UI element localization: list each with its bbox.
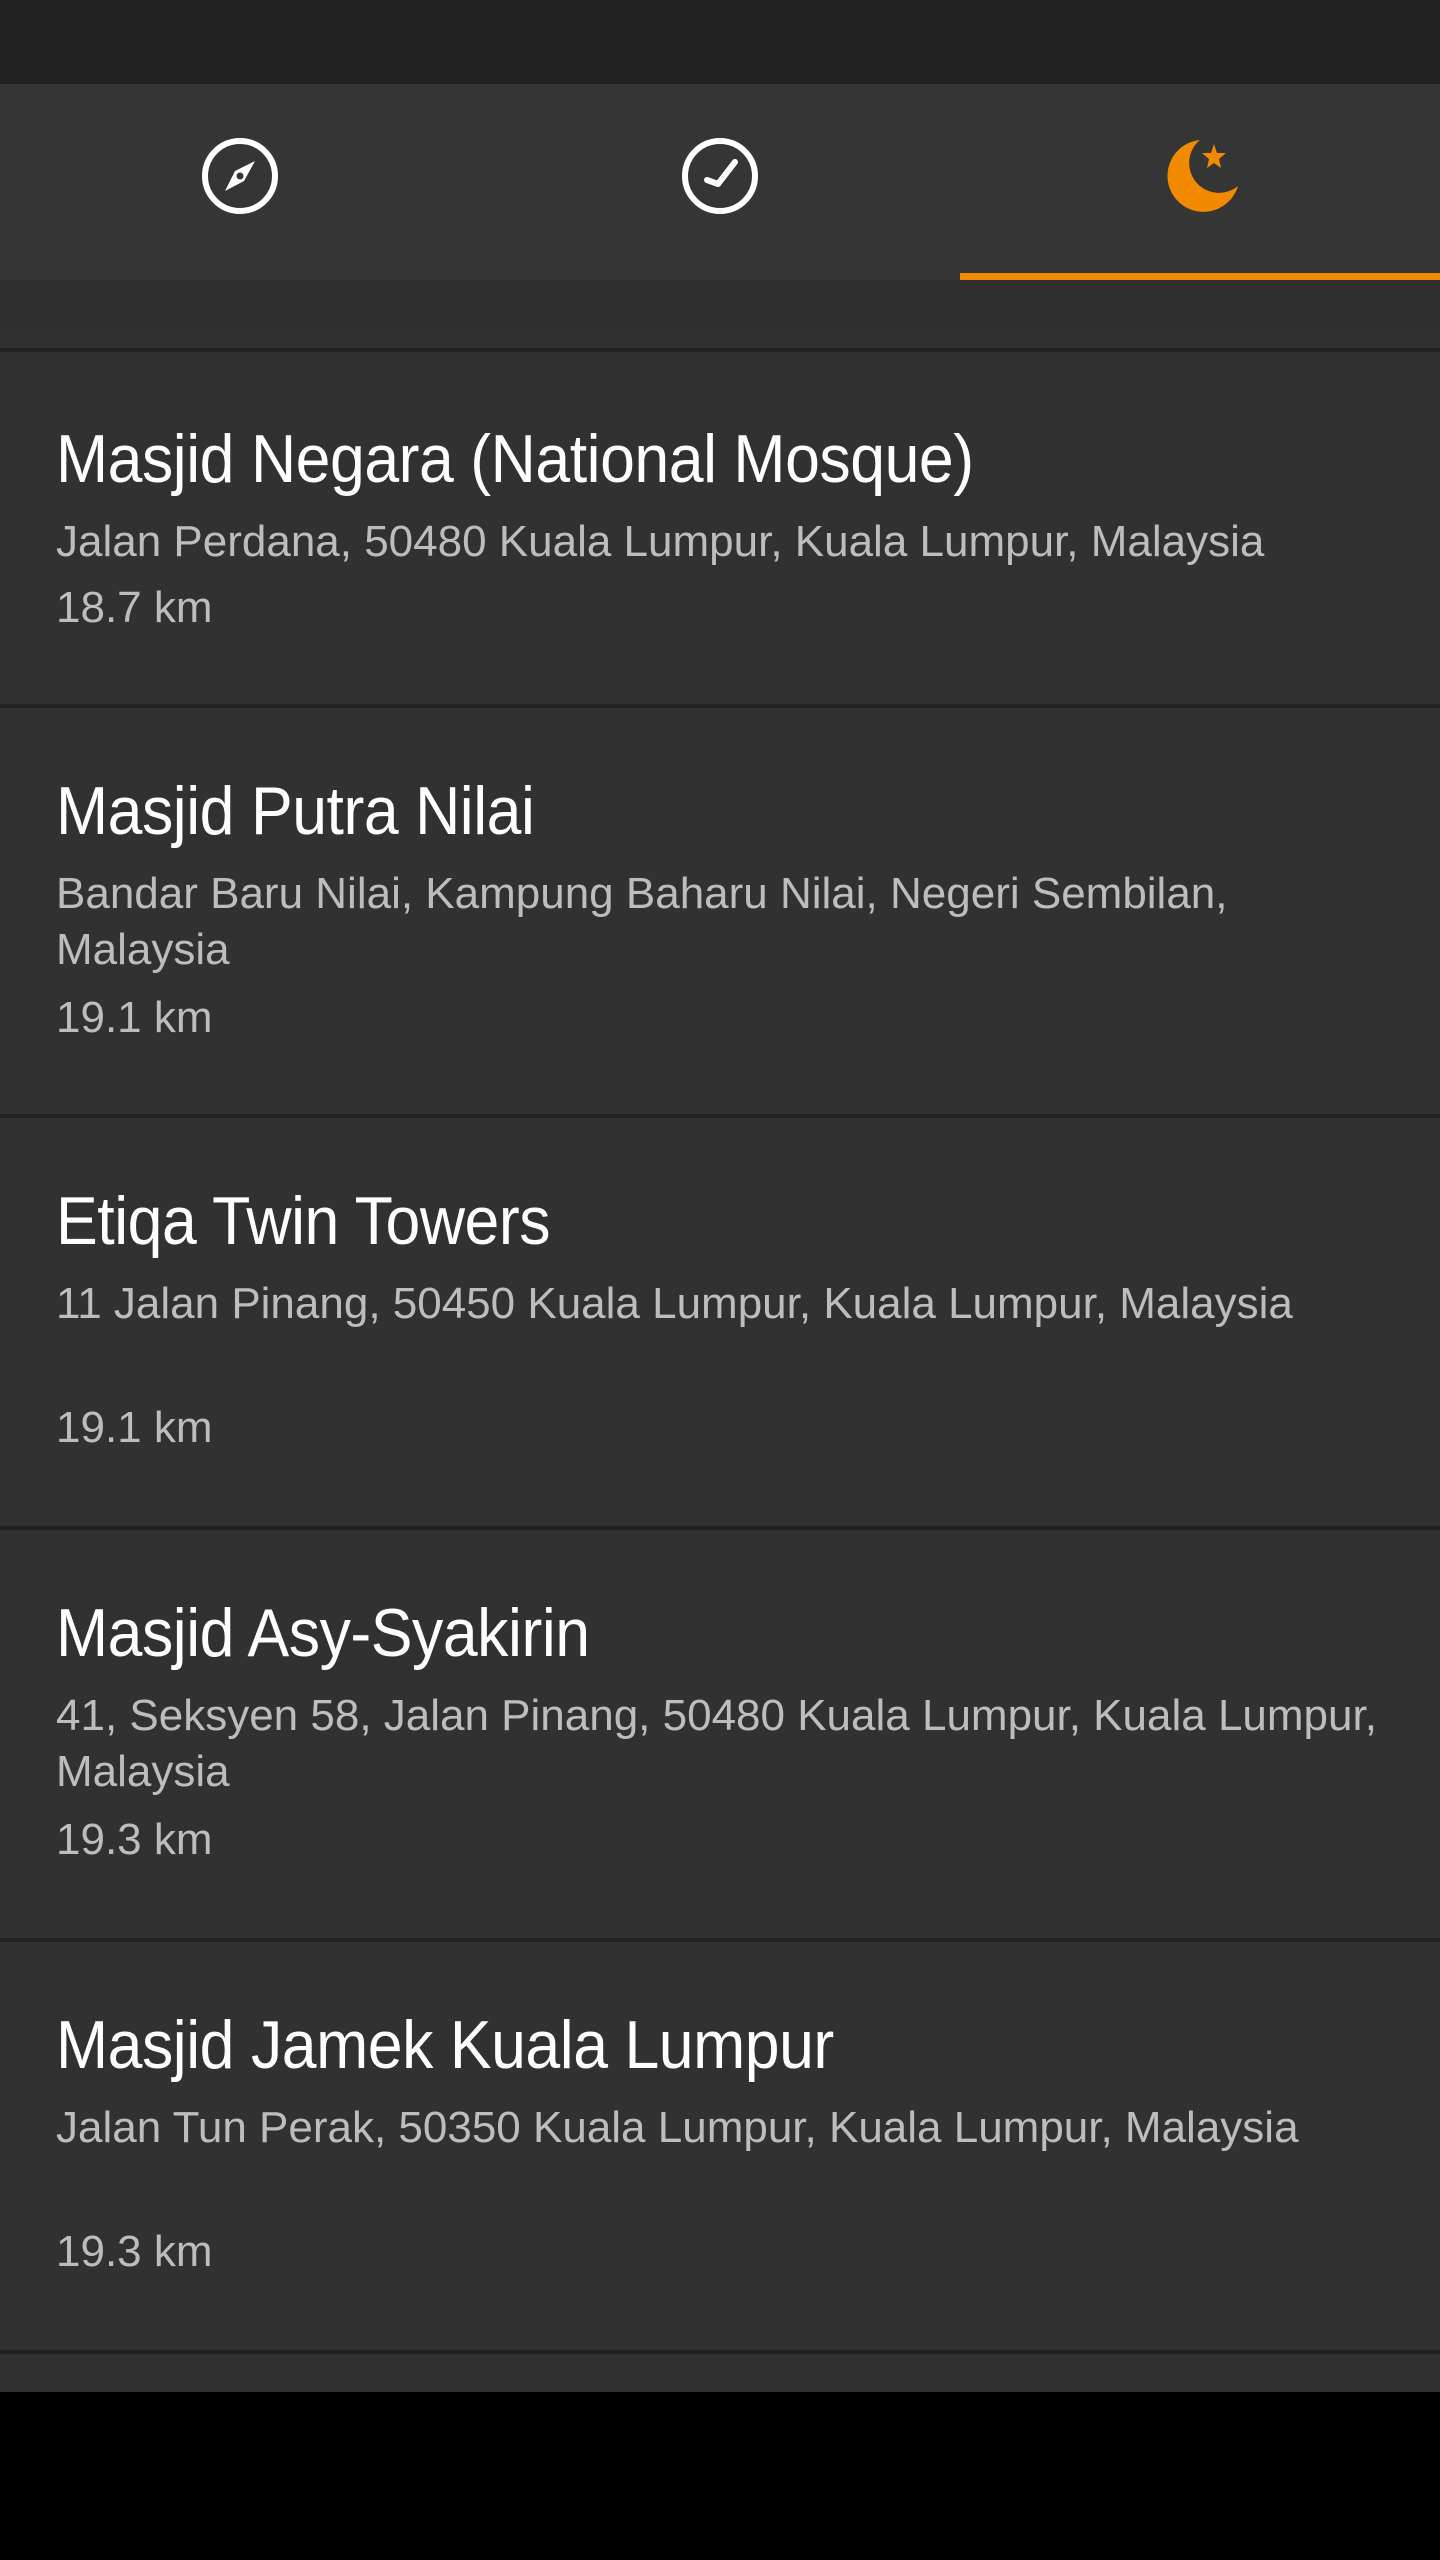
tab-prayer-times[interactable]: [480, 84, 960, 280]
mosque-list-item[interactable]: Masjid Putra Nilai Bandar Baru Nilai, Ka…: [0, 704, 1440, 1114]
mosque-distance: 19.3 km: [56, 2227, 213, 2276]
mosque-distance: 19.1 km: [56, 1403, 213, 1452]
mosque-distance: 19.1 km: [56, 993, 213, 1042]
mosque-name: Masjid Putra Nilai: [56, 773, 535, 849]
mosque-name: Etiqa Twin Towers: [56, 1183, 551, 1259]
tab-qibla-compass[interactable]: [0, 84, 480, 280]
mosque-address: Jalan Perdana, 50480 Kuala Lumpur, Kuala…: [56, 517, 1265, 566]
status-bar: [0, 0, 1440, 84]
mosque-distance: 19.3 km: [56, 1815, 213, 1864]
mosque-list-item[interactable]: Masjid Negara (National Mosque) Jalan Pe…: [0, 348, 1440, 704]
mosque-list-item[interactable]: Masjid Jamek Kuala Lumpur Jalan Tun Pera…: [0, 1938, 1440, 2350]
mosque-list-item-partial[interactable]: [0, 2350, 1440, 2392]
mosque-address: 41, Seksyen 58, Jalan Pinang, 50480 Kual…: [56, 1691, 1377, 1796]
mosque-distance: 18.7 km: [56, 583, 213, 632]
crescent-star-icon: [1160, 136, 1240, 216]
active-tab-indicator: [960, 273, 1440, 280]
mosque-name: Masjid Negara (National Mosque): [56, 421, 974, 497]
mosque-list: Masjid Negara (National Mosque) Jalan Pe…: [0, 348, 1440, 2392]
tab-bar: [0, 84, 1440, 280]
mosque-address: Bandar Baru Nilai, Kampung Baharu Nilai,…: [56, 869, 1228, 974]
mosque-name: Masjid Asy-Syakirin: [56, 1595, 590, 1671]
mosque-address: 11 Jalan Pinang, 50450 Kuala Lumpur, Kua…: [56, 1279, 1293, 1328]
compass-icon: [200, 136, 280, 216]
tab-mosques[interactable]: [960, 84, 1440, 280]
mosque-list-item[interactable]: Etiqa Twin Towers 11 Jalan Pinang, 50450…: [0, 1114, 1440, 1526]
tab-bar-shadow: [0, 280, 1440, 352]
system-navigation-bar: [0, 2392, 1440, 2560]
mosque-list-item[interactable]: Masjid Asy-Syakirin 41, Seksyen 58, Jala…: [0, 1526, 1440, 1938]
mosque-name: Masjid Jamek Kuala Lumpur: [56, 2007, 834, 2083]
mosque-address: Jalan Tun Perak, 50350 Kuala Lumpur, Kua…: [56, 2103, 1299, 2152]
clock-icon: [680, 136, 760, 216]
